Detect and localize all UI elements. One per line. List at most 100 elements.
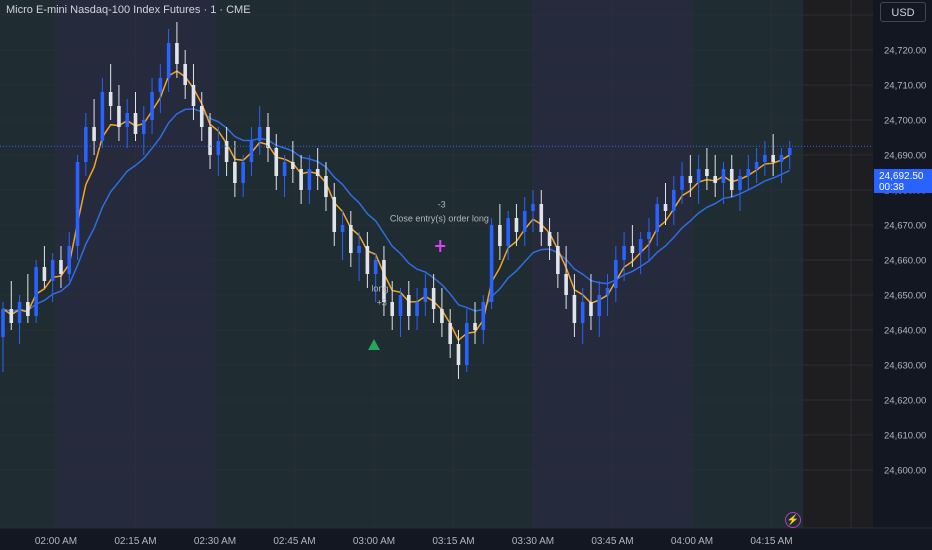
- last-price-label: 24,692.50 00:38: [874, 169, 932, 193]
- candle-body: [59, 260, 63, 274]
- candle-body: [572, 295, 577, 323]
- candle-body: [50, 260, 55, 281]
- candle-body: [9, 309, 14, 323]
- candle-body: [208, 127, 212, 155]
- candle-body: [779, 155, 784, 162]
- price-tick-label: 24,660.00: [884, 256, 926, 267]
- time-tick-label: 02:30 AM: [194, 536, 236, 547]
- candle-body: [605, 288, 610, 295]
- candle: [75, 155, 80, 260]
- price-tick-label: 24,710.00: [884, 81, 926, 92]
- candle-body: [125, 113, 130, 127]
- candle-body: [448, 323, 452, 344]
- candle-body: [531, 204, 535, 211]
- candle-body: [787, 148, 792, 155]
- candle-body: [117, 106, 121, 127]
- candle-body: [92, 127, 96, 141]
- candle-body: [464, 323, 469, 365]
- candle-body: [199, 106, 204, 127]
- candle-body: [481, 302, 486, 330]
- candle-body: [721, 169, 726, 183]
- candle-body: [357, 246, 361, 253]
- candle-body: [257, 127, 262, 141]
- candle-body: [282, 162, 287, 176]
- candle-body: [299, 169, 303, 190]
- candle-body: [754, 162, 759, 169]
- candle-body: [150, 92, 154, 120]
- candle-body: [406, 295, 411, 316]
- candle-body: [705, 169, 709, 176]
- candle-body: [266, 127, 270, 148]
- price-chart[interactable]: long+3-3Close entry(s) order long 24,730…: [0, 0, 932, 550]
- candle-body: [415, 302, 419, 316]
- candle-body: [671, 190, 676, 211]
- candle-body: [84, 127, 88, 162]
- candle-body: [589, 302, 593, 316]
- candle-body: [166, 43, 171, 78]
- candle-body: [630, 246, 635, 253]
- symbol-title: Micro E-mini Nasdaq-100 Index Futures · …: [6, 4, 251, 16]
- candle-body: [498, 225, 502, 246]
- time-tick-label: 03:30 AM: [512, 536, 554, 547]
- candle-body: [597, 295, 602, 316]
- candle-body: [688, 176, 693, 183]
- time-tick-label: 04:15 AM: [750, 536, 792, 547]
- candle-body: [291, 162, 295, 169]
- price-tick-label: 24,650.00: [884, 291, 926, 302]
- session-bands: [0, 0, 873, 528]
- candle-body: [738, 176, 742, 190]
- bar-countdown: 00:38: [879, 182, 905, 193]
- time-axis: 02:00 AM 02:15 AM 02:30 AM 02:45 AM 03:00 AM…: [0, 527, 932, 550]
- time-tick-label: 02:45 AM: [273, 536, 315, 547]
- candle-body: [340, 225, 345, 232]
- candle-body: [489, 225, 494, 302]
- price-tick-label: 24,720.00: [884, 46, 926, 57]
- candle-body: [382, 260, 386, 302]
- candle-body: [141, 120, 146, 134]
- price-tick-label: 24,630.00: [884, 361, 926, 372]
- candle-body: [622, 246, 626, 260]
- candle-body: [332, 197, 337, 232]
- candle-body: [26, 302, 30, 316]
- candle-body: [133, 113, 138, 134]
- candle-body: [324, 176, 328, 197]
- candle-body: [506, 218, 510, 246]
- candle-body: [696, 169, 701, 183]
- candle-body: [349, 225, 353, 253]
- candle-body: [17, 302, 22, 323]
- candle-body: [390, 302, 395, 316]
- price-tick-label: 24,670.00: [884, 221, 926, 232]
- candle-body: [456, 344, 461, 365]
- time-tick-label: 02:15 AM: [114, 536, 156, 547]
- future-area: [803, 0, 873, 528]
- candle-body: [67, 246, 72, 274]
- trade-annotation: +3: [377, 298, 387, 308]
- candle-body: [423, 288, 428, 302]
- price-axis: 24,730.0024,720.0024,710.0024,700.0024,6…: [873, 0, 932, 550]
- trade-annotation: Close entry(s) order long: [390, 214, 489, 224]
- candle-body: [746, 169, 751, 176]
- candle-body: [34, 267, 38, 316]
- currency-button[interactable]: USD: [880, 2, 926, 22]
- price-tick-label: 24,620.00: [884, 396, 926, 407]
- candle-body: [315, 169, 320, 176]
- time-tick-label: 03:15 AM: [432, 536, 474, 547]
- candle-body: [42, 267, 47, 281]
- candle-body: [191, 85, 196, 106]
- candle-body: [274, 148, 279, 176]
- candle-body: [241, 162, 245, 183]
- candle-body: [431, 288, 436, 309]
- candle-body: [647, 232, 651, 239]
- lightning-icon[interactable]: ⚡: [785, 512, 801, 528]
- candle-body: [655, 204, 660, 232]
- time-tick-label: 02:00 AM: [35, 536, 77, 547]
- candle-body: [183, 64, 187, 85]
- time-tick-label: 04:00 AM: [671, 536, 713, 547]
- candle-body: [514, 218, 519, 232]
- candle-body: [473, 323, 477, 330]
- trade-annotation: long: [371, 284, 388, 294]
- candle-body: [713, 176, 717, 183]
- candle-body: [638, 239, 643, 253]
- candle-body: [398, 295, 403, 316]
- candle-body: [365, 246, 370, 274]
